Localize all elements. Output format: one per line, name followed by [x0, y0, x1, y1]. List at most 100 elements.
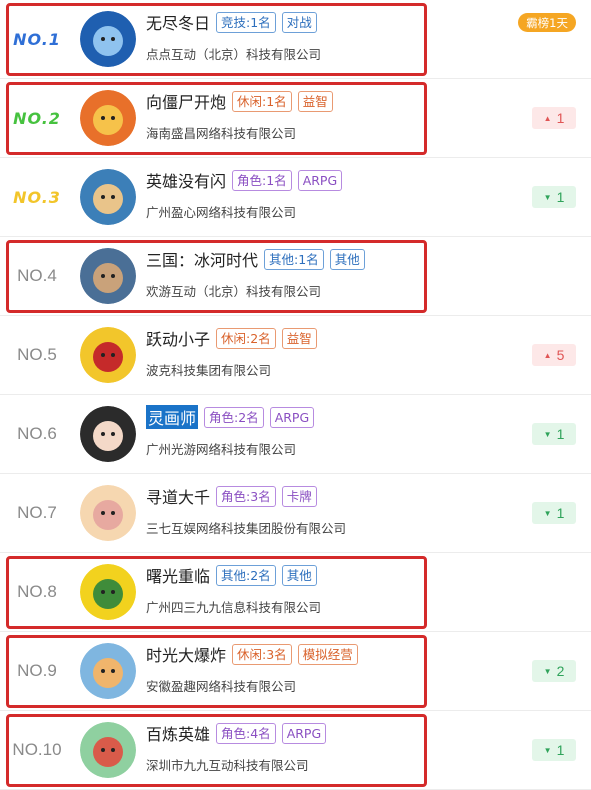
game-name[interactable]: 无尽冬日 — [146, 10, 210, 34]
rank-label: NO.8 — [17, 582, 57, 601]
game-name[interactable]: 跃动小子 — [146, 326, 210, 350]
category-tag[interactable]: 角色:3名 — [216, 485, 276, 507]
rank-change-badge: ▲ 1 — [532, 107, 576, 129]
arrow-down-icon: ▼ — [543, 508, 552, 518]
title-line: 寻道大千 角色:3名 卡牌 — [146, 483, 317, 509]
globe-icon[interactable] — [80, 11, 136, 67]
girl-icon[interactable] — [80, 406, 136, 462]
title-line: 百炼英雄 角色:4名 ARPG — [146, 720, 327, 746]
rank-label: NO.5 — [17, 345, 57, 364]
helmet-icon[interactable] — [80, 327, 136, 383]
category-tag[interactable]: 模拟经营 — [297, 643, 358, 665]
rank-change-value: 5 — [556, 347, 565, 363]
category-tag[interactable]: 其他:2名 — [216, 564, 276, 586]
category-tag[interactable]: 角色:2名 — [204, 406, 264, 428]
title-line: 时光大爆炸 休闲:3名 模拟经营 — [146, 641, 358, 667]
caveman-icon[interactable] — [80, 643, 136, 699]
title-line: 曙光重临 其他:2名 其他 — [146, 562, 317, 588]
category-tag[interactable]: ARPG — [281, 722, 327, 744]
company-name: 广州盈心网络科技有限公司 — [146, 205, 297, 220]
game-name[interactable]: 英雄没有闪 — [146, 168, 226, 192]
category-tag[interactable]: 竞技:1名 — [216, 11, 276, 33]
category-tag[interactable]: 角色:4名 — [216, 722, 276, 744]
category-tag[interactable]: ARPG — [297, 169, 343, 191]
company-name: 安徽盈趣网络科技有限公司 — [146, 679, 297, 694]
company-name: 深圳市九九互动科技有限公司 — [146, 758, 309, 773]
rank-label: NO.4 — [17, 266, 57, 285]
rank-label: NO.9 — [17, 661, 57, 680]
list-item[interactable]: NO.4 三国：冰河时代 其他:1名 其他 欢游互动（北京）科技有限公司 — [0, 237, 591, 316]
company-name: 点点互动（北京）科技有限公司 — [146, 47, 322, 62]
list-item[interactable]: NO.9 时光大爆炸 休闲:3名 模拟经营 安徽盈趣网络科技有限公司 ▼ 2 — [0, 632, 591, 711]
list-item[interactable]: NO.6 灵画师 角色:2名 ARPG 广州光游网络科技有限公司 ▼ 1 — [0, 395, 591, 474]
category-tag[interactable]: 休闲:3名 — [232, 643, 292, 665]
rank-change-value: 2 — [556, 663, 565, 679]
title-line: 三国：冰河时代 其他:1名 其他 — [146, 246, 365, 272]
game-name[interactable]: 三国：冰河时代 — [146, 247, 258, 271]
game-name[interactable]: 向僵尸开炮 — [146, 89, 226, 113]
list-item[interactable]: NO.7 寻道大千 角色:3名 卡牌 三七互娱网络科技集团股份有限公司 ▼ 1 — [0, 474, 591, 553]
category-tag[interactable]: 其他:1名 — [264, 248, 324, 270]
rank-label: NO.3 — [13, 187, 61, 207]
arrow-down-icon: ▼ — [543, 429, 552, 439]
category-tag[interactable]: 其他 — [329, 248, 365, 270]
arrow-up-icon: ▲ — [543, 350, 552, 360]
title-line: 向僵尸开炮 休闲:1名 益智 — [146, 88, 333, 114]
category-tag[interactable]: 对战 — [281, 11, 317, 33]
rank-change-badge: ▲ 5 — [532, 344, 576, 366]
rank-change-value: 1 — [556, 426, 565, 442]
rank-label: NO.10 — [12, 740, 62, 759]
list-item[interactable]: NO.3 英雄没有闪 角色:1名 ARPG 广州盈心网络科技有限公司 ▼ 1 — [0, 158, 591, 237]
rank-label: NO.1 — [13, 29, 61, 49]
list-item[interactable]: NO.1 无尽冬日 竞技:1名 对战点点互动（北京）科技有限公司 霸榜1天 — [0, 0, 591, 79]
rank-change-value: 1 — [556, 189, 565, 205]
warrior-icon[interactable] — [80, 248, 136, 304]
category-tag[interactable]: 角色:1名 — [232, 169, 292, 191]
title-line: 跃动小子 休闲:2名 益智 — [146, 325, 317, 351]
list-item[interactable]: NO.5 跃动小子 休闲:2名 益智 波克科技集团有限公司 ▲ 5 — [0, 316, 591, 395]
list-item[interactable]: NO.2 向僵尸开炮 休闲:1名 益智 海南盛昌网络科技有限公司 ▲ 1 — [0, 79, 591, 158]
arrow-down-icon: ▼ — [543, 666, 552, 676]
company-name: 广州四三九九信息科技有限公司 — [146, 600, 322, 615]
block-hero-icon[interactable] — [80, 169, 136, 225]
game-name[interactable]: 灵画师 — [146, 405, 199, 429]
rank-change-badge: ▼ 1 — [532, 186, 576, 208]
rank-label: NO.2 — [13, 108, 61, 128]
category-tag[interactable]: 其他 — [281, 564, 317, 586]
category-tag[interactable]: ARPG — [269, 406, 315, 428]
category-tag[interactable]: 休闲:2名 — [216, 327, 276, 349]
category-tag[interactable]: 益智 — [281, 327, 317, 349]
game-name[interactable]: 时光大爆炸 — [146, 642, 226, 666]
list-item[interactable]: NO.10 百炼英雄 角色:4名 ARPG 深圳市九九互动科技有限公司 ▼ 1 — [0, 711, 591, 790]
company-name: 波克科技集团有限公司 — [146, 363, 272, 378]
arrow-up-icon: ▲ — [543, 113, 552, 123]
arrow-down-icon: ▼ — [543, 745, 552, 755]
rank-change-badge: ▼ 1 — [532, 502, 576, 524]
rank-change-badge: ▼ 2 — [532, 660, 576, 682]
title-line: 灵画师 角色:2名 ARPG — [146, 404, 315, 430]
rank-label: NO.6 — [17, 424, 57, 443]
creature-icon[interactable] — [80, 564, 136, 620]
company-name: 欢游互动（北京）科技有限公司 — [146, 284, 322, 299]
game-name[interactable]: 寻道大千 — [146, 484, 210, 508]
rank-label: NO.7 — [17, 503, 57, 522]
pig-icon[interactable] — [80, 485, 136, 541]
rank-change-value: 1 — [556, 742, 565, 758]
list-item[interactable]: NO.8 曙光重临 其他:2名 其他广州四三九九信息科技有限公司 — [0, 553, 591, 632]
heroes-group-icon[interactable] — [80, 722, 136, 778]
game-name[interactable]: 曙光重临 — [146, 563, 210, 587]
hero-icon[interactable] — [80, 90, 136, 146]
category-tag[interactable]: 卡牌 — [281, 485, 317, 507]
company-name: 海南盛昌网络科技有限公司 — [146, 126, 297, 141]
rank-change-value: 1 — [556, 505, 565, 521]
company-name: 三七互娱网络科技集团股份有限公司 — [146, 521, 347, 536]
rank-change-badge: ▼ 1 — [532, 739, 576, 761]
company-name: 广州光游网络科技有限公司 — [146, 442, 297, 457]
rank-change-badge: ▼ 1 — [532, 423, 576, 445]
category-tag[interactable]: 休闲:1名 — [232, 90, 292, 112]
category-tag[interactable]: 益智 — [297, 90, 333, 112]
top-days-badge: 霸榜1天 — [518, 13, 576, 32]
title-line: 无尽冬日 竞技:1名 对战 — [146, 9, 317, 35]
rank-change-value: 1 — [556, 110, 565, 126]
game-name[interactable]: 百炼英雄 — [146, 721, 210, 745]
